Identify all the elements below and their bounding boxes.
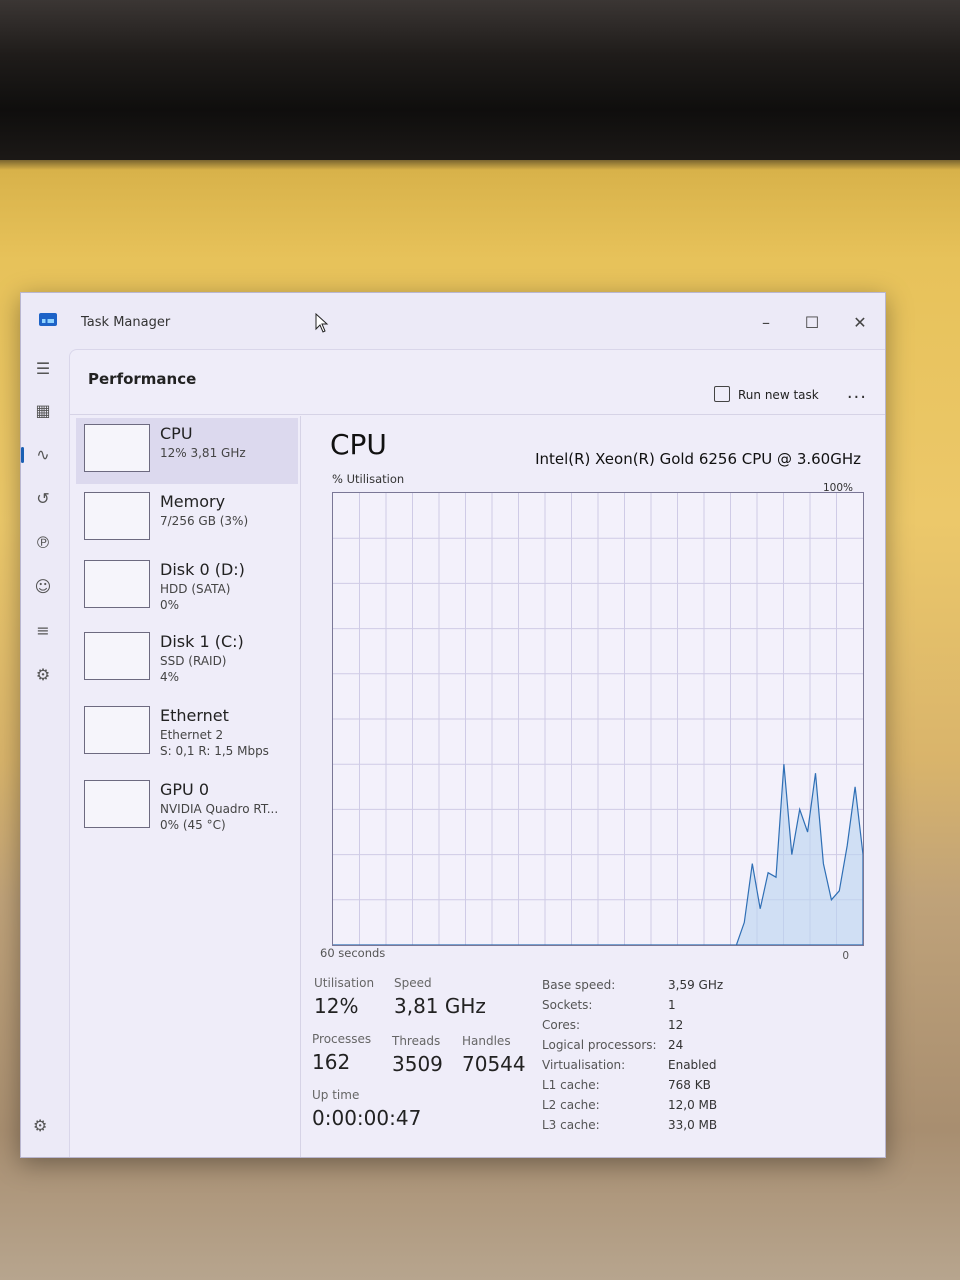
info-label: Virtualisation: — [542, 1058, 626, 1072]
time-span-label: 60 seconds — [320, 946, 386, 960]
cpu-model-name: Intel(R) Xeon(R) Gold 6256 CPU @ 3.60GHz — [535, 450, 861, 468]
min-percent-label: 0 — [842, 950, 849, 962]
info-value: 33,0 MB — [668, 1118, 718, 1132]
uptime-value: 0:00:00:47 — [312, 1106, 422, 1130]
resource-item-memory[interactable]: Memory 7/256 GB (3%) — [76, 486, 298, 552]
mouse-cursor-icon — [315, 313, 329, 333]
info-value: 3,59 GHz — [668, 978, 724, 992]
processes-icon[interactable]: ▦ — [31, 399, 55, 423]
info-label: L3 cache: — [542, 1118, 600, 1132]
header-divider — [70, 414, 885, 415]
handles-value: 70544 — [462, 1052, 526, 1076]
monitor-bezel — [0, 0, 960, 160]
resource-item-disk0[interactable]: Disk 0 (D:) HDD (SATA) 0% — [76, 554, 298, 620]
info-label: L1 cache: — [542, 1078, 600, 1092]
info-label: Base speed: — [542, 978, 616, 992]
memory-thumbnail — [84, 492, 150, 540]
processes-value: 162 — [312, 1050, 351, 1074]
services-icon[interactable]: ⚙ — [31, 663, 55, 687]
resource-detail: SSD (RAID) — [160, 654, 227, 668]
run-new-task-button[interactable]: Run new task — [714, 386, 819, 402]
run-new-task-label: Run new task — [738, 388, 819, 402]
processes-label: Processes — [312, 1032, 372, 1046]
info-value: Enabled — [668, 1058, 717, 1072]
navigation-rail: ☰ ▦ ∿ ↺ ℗ ☺ ≡ ⚙ ⚙ — [21, 349, 69, 1157]
run-task-icon — [714, 386, 730, 402]
sidebar-divider — [300, 416, 301, 1157]
resource-item-ethernet[interactable]: Ethernet Ethernet 2 S: 0,1 R: 1,5 Mbps — [76, 700, 298, 766]
users-icon[interactable]: ☺ — [31, 575, 55, 599]
main-panel: Performance Run new task ... CPU 12% 3,8… — [69, 349, 885, 1157]
close-button[interactable]: ✕ — [845, 311, 875, 335]
info-label: L2 cache: — [542, 1098, 600, 1112]
utilisation-axis-label: % Utilisation — [332, 472, 405, 486]
hamburger-icon[interactable]: ☰ — [31, 357, 55, 381]
speed-value: 3,81 GHz — [394, 994, 486, 1018]
detail-title: CPU — [330, 428, 387, 461]
performance-icon[interactable]: ∿ — [21, 443, 55, 467]
details-icon[interactable]: ≡ — [31, 619, 55, 643]
resource-detail: 12% 3,81 GHz — [160, 446, 246, 460]
more-options-button[interactable]: ... — [847, 382, 867, 403]
info-label: Cores: — [542, 1018, 581, 1032]
utilisation-value: 12% — [314, 994, 359, 1018]
window-title: Task Manager — [81, 315, 171, 330]
page-title: Performance — [88, 370, 197, 388]
resource-name: Memory — [160, 492, 226, 511]
cpu-utilisation-graph — [332, 492, 864, 946]
resource-detail: NVIDIA Quadro RT... — [160, 802, 279, 816]
app-history-icon[interactable]: ↺ — [31, 487, 55, 511]
info-value: 12 — [668, 1018, 684, 1032]
ethernet-thumbnail — [84, 706, 150, 754]
task-manager-window: Task Manager – ☐ ✕ ☰ ▦ ∿ ↺ ℗ ☺ ≡ ⚙ ⚙ Per… — [20, 292, 886, 1158]
title-bar[interactable]: Task Manager – ☐ ✕ — [21, 293, 885, 349]
info-value: 24 — [668, 1038, 684, 1052]
info-value: 12,0 MB — [668, 1098, 718, 1112]
resource-name: Ethernet — [160, 706, 229, 725]
resource-detail: HDD (SATA) — [160, 582, 231, 596]
resource-list: CPU 12% 3,81 GHz Memory 7/256 GB (3%) Di… — [76, 416, 298, 1157]
speed-label: Speed — [394, 976, 432, 990]
handles-label: Handles — [462, 1034, 511, 1048]
resource-usage: 4% — [160, 670, 180, 684]
startup-icon[interactable]: ℗ — [31, 531, 55, 555]
gpu0-thumbnail — [84, 780, 150, 828]
resource-usage: S: 0,1 R: 1,5 Mbps — [160, 744, 269, 758]
info-label: Logical processors: — [542, 1038, 657, 1052]
resource-name: Disk 1 (C:) — [160, 632, 244, 651]
task-manager-app-icon — [39, 313, 57, 326]
info-label: Sockets: — [542, 998, 593, 1012]
disk0-thumbnail — [84, 560, 150, 608]
resource-detail: 7/256 GB (3%) — [160, 514, 249, 528]
resource-item-cpu[interactable]: CPU 12% 3,81 GHz — [76, 418, 298, 484]
info-value: 1 — [668, 998, 676, 1012]
cpu-thumbnail — [84, 424, 150, 472]
threads-value: 3509 — [392, 1052, 443, 1076]
uptime-label: Up time — [312, 1088, 360, 1102]
settings-icon[interactable]: ⚙ — [33, 1116, 47, 1135]
resource-item-gpu0[interactable]: GPU 0 NVIDIA Quadro RT... 0% (45 °C) — [76, 774, 298, 840]
cpu-detail-panel: CPU Intel(R) Xeon(R) Gold 6256 CPU @ 3.6… — [306, 416, 875, 1157]
resource-detail: Ethernet 2 — [160, 728, 224, 742]
resource-name: CPU — [160, 424, 193, 443]
maximize-button[interactable]: ☐ — [797, 311, 827, 335]
minimize-button[interactable]: – — [751, 311, 781, 335]
resource-usage: 0% (45 °C) — [160, 818, 226, 832]
resource-usage: 0% — [160, 598, 180, 612]
disk1-thumbnail — [84, 632, 150, 680]
resource-name: GPU 0 — [160, 780, 210, 799]
resource-name: Disk 0 (D:) — [160, 560, 245, 579]
utilisation-label: Utilisation — [314, 976, 375, 990]
info-value: 768 KB — [668, 1078, 711, 1092]
threads-label: Threads — [392, 1034, 441, 1048]
resource-item-disk1[interactable]: Disk 1 (C:) SSD (RAID) 4% — [76, 626, 298, 692]
